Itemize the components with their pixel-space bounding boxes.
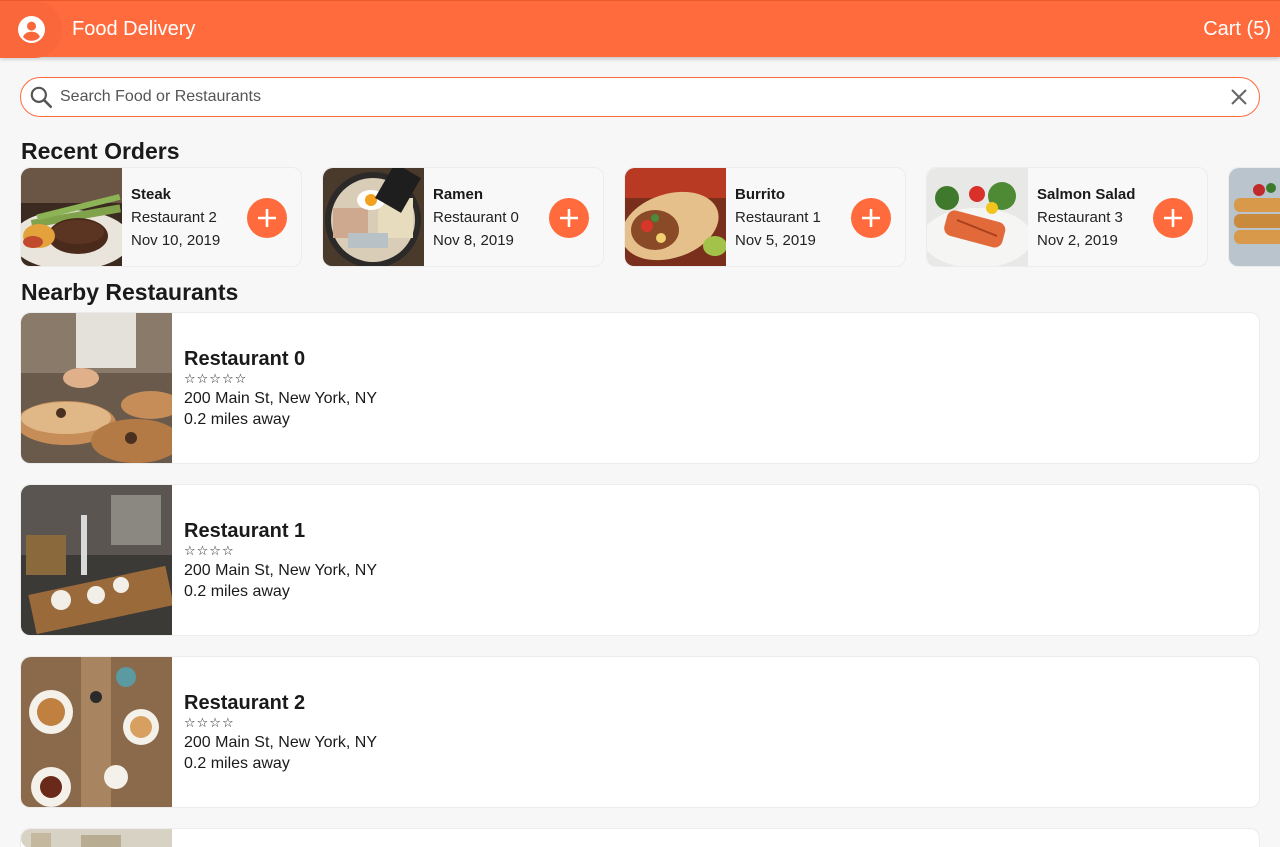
restaurant-card[interactable]: Restaurant 1 ☆☆☆☆ 200 Main St, New York,… — [20, 484, 1260, 636]
food-photo — [1229, 168, 1280, 266]
restaurant-photo — [21, 657, 172, 807]
plus-icon — [560, 209, 578, 227]
restaurant-address: 200 Main St, New York, NY — [184, 562, 377, 579]
reorder-button[interactable] — [549, 198, 589, 238]
order-date: Nov 8, 2019 — [433, 232, 514, 249]
food-photo — [323, 168, 424, 266]
order-restaurant: Restaurant 1 — [735, 209, 821, 226]
rating-stars: ☆☆☆☆ — [184, 543, 235, 558]
account-circle-icon — [17, 15, 45, 43]
restaurant-card[interactable]: Restaurant 2 ☆☆☆☆ 200 Main St, New York,… — [20, 656, 1260, 808]
restaurant-name: Restaurant 0 — [184, 348, 306, 370]
restaurant-distance: 0.2 miles away — [184, 755, 290, 772]
rating-stars: ☆☆☆☆ — [184, 715, 235, 730]
order-date: Nov 10, 2019 — [131, 232, 221, 249]
restaurant-photo — [21, 485, 172, 635]
cart-button[interactable]: Cart (5) — [1203, 18, 1271, 41]
food-photo — [625, 168, 726, 266]
search-bar — [20, 77, 1260, 117]
app-header: Food Delivery Cart (5) — [0, 0, 1280, 58]
order-date: Nov 5, 2019 — [735, 232, 816, 249]
order-food-name: Salmon Salad — [1037, 186, 1136, 203]
restaurant-photo — [21, 313, 172, 463]
recent-orders-title: Recent Orders — [21, 138, 180, 164]
order-restaurant: Restaurant 2 — [131, 209, 217, 226]
order-date: Nov 2, 2019 — [1037, 232, 1118, 249]
restaurant-address: 200 Main St, New York, NY — [184, 390, 377, 407]
app-title: Food Delivery — [72, 17, 196, 40]
order-restaurant: Restaurant 3 — [1037, 209, 1123, 226]
food-photo — [21, 168, 122, 266]
restaurant-photo — [21, 829, 172, 847]
order-card[interactable]: Steak Restaurant 2 Nov 10, 2019 — [20, 167, 302, 267]
order-food-name: Ramen — [433, 186, 484, 203]
search-input[interactable] — [60, 88, 1210, 106]
order-card[interactable]: Ramen Restaurant 0 Nov 8, 2019 — [322, 167, 604, 267]
order-food-name: Steak — [131, 186, 172, 203]
order-restaurant: Restaurant 0 — [433, 209, 519, 226]
restaurant-distance: 0.2 miles away — [184, 583, 290, 600]
restaurant-distance: 0.2 miles away — [184, 411, 290, 428]
nearby-restaurants-title: Nearby Restaurants — [21, 279, 239, 305]
order-card[interactable]: Salmon Salad Restaurant 3 Nov 2, 2019 — [926, 167, 1208, 267]
account-button[interactable] — [0, 0, 62, 58]
restaurant-address: 200 Main St, New York, NY — [184, 734, 377, 751]
plus-icon — [258, 209, 276, 227]
order-card[interactable] — [1228, 167, 1280, 267]
reorder-button[interactable] — [1153, 198, 1193, 238]
food-photo — [927, 168, 1028, 266]
restaurant-name: Restaurant 1 — [184, 520, 306, 542]
rating-stars: ☆☆☆☆☆ — [184, 371, 248, 386]
plus-icon — [1164, 209, 1182, 227]
close-icon[interactable] — [1229, 87, 1249, 107]
restaurant-name: Restaurant 2 — [184, 692, 306, 714]
search-icon[interactable] — [28, 84, 54, 110]
restaurant-card[interactable] — [20, 828, 1260, 847]
recent-orders-list: Steak Restaurant 2 Nov 10, 2019 Ramen Re… — [20, 167, 1280, 267]
restaurant-card[interactable]: Restaurant 0 ☆☆☆☆☆ 200 Main St, New York… — [20, 312, 1260, 464]
order-food-name: Burrito — [735, 186, 785, 203]
reorder-button[interactable] — [247, 198, 287, 238]
plus-icon — [862, 209, 880, 227]
order-card[interactable]: Burrito Restaurant 1 Nov 5, 2019 — [624, 167, 906, 267]
reorder-button[interactable] — [851, 198, 891, 238]
